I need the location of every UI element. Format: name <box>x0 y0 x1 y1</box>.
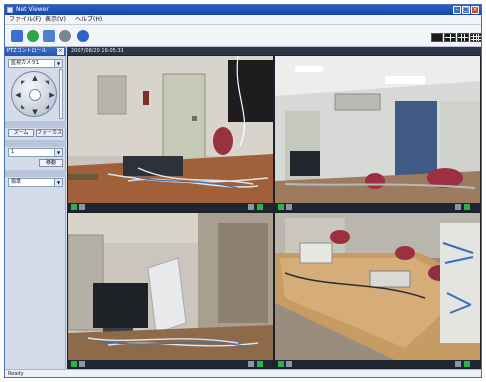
pan-up-right-icon[interactable]: ◥ <box>43 79 51 87</box>
play-icon[interactable] <box>71 361 77 367</box>
menu-bar: ファイル(F) 表示(V) ヘルプ(H) <box>5 15 481 25</box>
camera-view-1[interactable] <box>67 55 274 212</box>
snapshot-icon[interactable] <box>79 204 85 210</box>
preset-select-value: 1 <box>11 149 15 155</box>
window-title: Net Viewer <box>16 6 49 13</box>
pan-up-left-icon[interactable]: ◤ <box>19 79 27 87</box>
pan-left-icon[interactable]: ◀ <box>14 91 22 99</box>
audio-icon[interactable] <box>455 361 461 367</box>
toolbar <box>5 25 481 47</box>
go-preset-button[interactable]: 移動 <box>39 159 63 167</box>
zoom-section-bar <box>5 121 66 128</box>
fullscreen-icon[interactable] <box>464 361 470 367</box>
camera-select-value: 監視カメラ1 <box>11 60 40 66</box>
chevron-down-icon: ▼ <box>54 149 62 156</box>
chevron-down-icon: ▼ <box>54 60 62 67</box>
camera-view-4[interactable] <box>274 212 481 369</box>
close-button[interactable]: × <box>471 6 479 14</box>
option-section-bar <box>5 170 66 177</box>
camera-4-controls <box>275 360 480 368</box>
snapshot-icon[interactable] <box>79 361 85 367</box>
fullscreen-icon[interactable] <box>257 204 263 210</box>
option-select[interactable]: 標準 ▼ <box>8 178 63 187</box>
chevron-down-icon: ▼ <box>54 179 62 186</box>
app-window: Net Viewer – □ × ファイル(F) 表示(V) ヘルプ(H) PT… <box>4 4 482 378</box>
audio-icon[interactable] <box>248 361 254 367</box>
zoom-button[interactable]: ズーム <box>8 129 34 137</box>
layout-2x2-icon[interactable] <box>444 33 456 42</box>
layout-1x1-icon[interactable] <box>431 33 443 42</box>
preset-select[interactable]: 1 ▼ <box>8 148 63 157</box>
status-bar: Ready <box>5 369 481 377</box>
focus-button[interactable]: フォーカス <box>36 129 63 137</box>
play-icon[interactable] <box>278 361 284 367</box>
snapshot-icon[interactable] <box>286 361 292 367</box>
minimize-button[interactable]: – <box>453 6 461 14</box>
info-icon[interactable] <box>77 30 89 42</box>
pan-right-icon[interactable]: ▶ <box>48 91 56 99</box>
control-panel: PTZコントロール × 監視カメラ1 ▼ ▲ ▼ ◀ ▶ ◤ ◥ ◣ ◢ ズーム… <box>5 47 66 369</box>
camera-2-controls <box>275 203 480 211</box>
camera-view-3[interactable] <box>67 212 274 369</box>
layout-4x4-icon[interactable] <box>470 33 481 42</box>
network-icon[interactable] <box>59 30 71 42</box>
preset-section-bar <box>5 140 66 147</box>
maximize-button[interactable]: □ <box>462 6 470 14</box>
menu-view[interactable]: 表示(V) <box>45 16 66 24</box>
record-icon[interactable] <box>27 30 39 42</box>
camera-select[interactable]: 監視カメラ1 ▼ <box>8 59 63 68</box>
camera-3-image <box>68 213 273 360</box>
camera-1-controls <box>68 203 273 211</box>
monitor-icon[interactable] <box>11 30 23 42</box>
snapshot-icon[interactable] <box>286 204 292 210</box>
option-select-value: 標準 <box>11 179 22 185</box>
ptz-direction-pad[interactable]: ▲ ▼ ◀ ▶ ◤ ◥ ◣ ◢ <box>11 71 57 117</box>
menu-help[interactable]: ヘルプ(H) <box>75 16 102 24</box>
camera-4-image <box>275 213 480 360</box>
audio-icon[interactable] <box>248 204 254 210</box>
fullscreen-icon[interactable] <box>257 361 263 367</box>
settings-icon[interactable] <box>43 30 55 42</box>
pan-down-left-icon[interactable]: ◣ <box>19 103 27 111</box>
app-icon <box>7 7 13 13</box>
camera-1-image <box>68 56 273 203</box>
ptz-home-button[interactable] <box>29 89 41 101</box>
view-header: 2007/08/20 16:05:31 <box>67 47 481 55</box>
pan-down-right-icon[interactable]: ◢ <box>43 103 51 111</box>
menu-file[interactable]: ファイル(F) <box>9 16 41 24</box>
play-icon[interactable] <box>278 204 284 210</box>
camera-3-controls <box>68 360 273 368</box>
play-icon[interactable] <box>71 204 77 210</box>
zoom-slider[interactable] <box>59 69 63 119</box>
pan-down-icon[interactable]: ▼ <box>31 108 39 116</box>
video-grid <box>67 55 481 369</box>
layout-3x3-icon[interactable] <box>457 33 469 42</box>
title-bar: Net Viewer – □ × <box>5 5 481 15</box>
fullscreen-icon[interactable] <box>464 204 470 210</box>
audio-icon[interactable] <box>455 204 461 210</box>
pan-up-icon[interactable]: ▲ <box>31 74 39 82</box>
camera-2-image <box>275 56 480 203</box>
panel-close-button[interactable]: × <box>57 48 64 55</box>
camera-view-2[interactable] <box>274 55 481 212</box>
